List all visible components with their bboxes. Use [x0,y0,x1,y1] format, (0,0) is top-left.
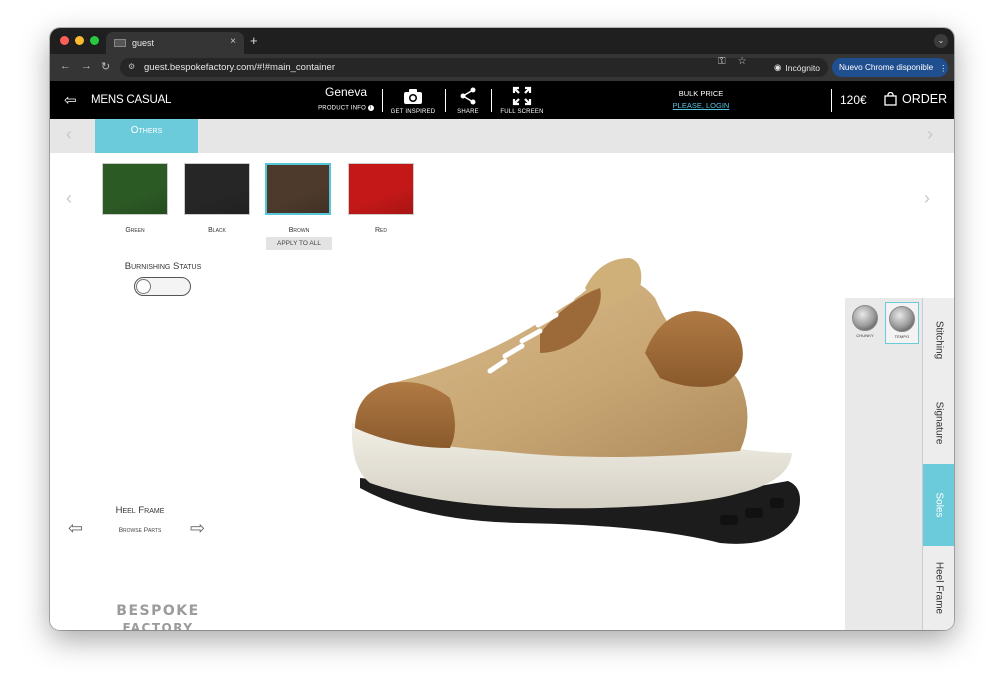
side-tab-signature[interactable]: Signature [922,382,954,464]
swatch-next-chevron-icon[interactable]: › [924,188,930,209]
share-label: SHARE [457,109,479,115]
side-tab-heel-frame[interactable]: Heel Frame [922,546,954,630]
incognito-badge[interactable]: ◉ Incógnito [766,58,828,77]
category-strip: ‹ Others › [50,119,954,153]
side-tab-label: Soles [933,492,944,518]
apply-to-all-button[interactable]: APPLY TO ALL [266,237,332,250]
model-name: Geneva [324,85,368,99]
header-divider [445,89,446,112]
tab-title: guest [132,38,155,48]
toggle-knob [136,279,151,294]
site-header: ⇦ MENS CASUAL Geneva PRODUCT INFO i GET … [50,81,954,119]
collection-title: MENS CASUAL [91,94,172,106]
tab-search-chevron-icon[interactable]: ⌄ [934,34,948,48]
header-divider [831,89,832,112]
bulk-price-label: BULK PRICE [678,89,724,98]
close-window-button[interactable] [60,36,69,45]
sole-option-label: CHUNKY [856,333,874,338]
next-part-arrow-icon[interactable]: ⇨ [190,518,205,539]
order-label: ORDER [902,92,948,106]
burnishing-status-label: Burnishing Status [124,261,202,272]
site-settings-icon[interactable]: ⚙ [128,62,138,72]
back-arrow-icon[interactable]: ⇦ [64,91,77,109]
share-icon [452,86,484,106]
incognito-label: Incógnito [785,62,820,73]
swatch-label: Black [208,227,226,234]
tab-close-icon[interactable]: × [230,36,236,47]
browser-tab-bar: guest × + ⌄ [50,28,954,54]
sole-option-chunky[interactable]: CHUNKY [848,302,882,344]
camera-icon [390,86,436,106]
chunky-sole-thumbnail-icon [852,305,878,331]
tempo-sole-thumbnail-icon [889,306,915,332]
key-icon[interactable]: ⚿ [718,56,726,67]
side-tab-stitching[interactable]: Stitching [922,298,954,382]
bulk-price: BULK PRICE PLEASE, LOGIN [666,89,736,110]
order-button[interactable]: ORDER [884,92,947,106]
previous-part-arrow-icon[interactable]: ⇦ [68,518,83,539]
model-selector[interactable]: Geneva PRODUCT INFO i [316,85,376,112]
share-button[interactable]: SHARE [452,86,484,115]
chevron-right-icon[interactable]: › [927,124,933,145]
current-part-title: Heel Frame [115,505,165,516]
full-screen-button[interactable]: FULL SCREEN [500,86,544,115]
swatch-prev-chevron-icon[interactable]: ‹ [66,188,72,209]
bespoke-factory-logo: BESPOKE FACTORY [108,603,208,630]
browser-window: guest × + ⌄ ← → ↻ ⚙ guest.bespokefactory… [50,28,954,630]
side-tab-label: Stitching [933,320,944,360]
logo-line1: BESPOKE [116,603,200,619]
swatch-black[interactable] [184,163,250,215]
omnibox-actions: ⚿ ☆ [718,56,747,67]
swatch-brown[interactable] [265,163,331,215]
browser-toolbar: ← → ↻ ⚙ guest.bespokefactory.com/#!#main… [50,54,954,81]
side-tab-label: Heel Frame [933,561,944,615]
get-inspired-button[interactable]: GET INSPIRED [390,86,436,115]
site-favicon-icon [114,39,126,47]
login-link[interactable]: PLEASE, LOGIN [666,101,736,110]
swatch-red[interactable] [348,163,414,215]
swatch-label: Green [125,227,145,234]
swatch-label: Brown [288,227,310,234]
address-bar[interactable]: ⚙ guest.bespokefactory.com/#!#main_conta… [120,58,810,77]
browser-tab[interactable]: guest × [106,32,244,54]
burnishing-toggle[interactable] [134,277,191,296]
kebab-menu-icon[interactable]: ⋮ [939,63,947,73]
window-controls [60,36,99,45]
chevron-left-icon[interactable]: ‹ [66,124,72,145]
swatch-label: Red [374,227,387,234]
back-icon[interactable]: ← [60,60,71,72]
swatch-green[interactable] [102,163,168,215]
sole-option-label: TEMPO [894,334,910,339]
side-tab-label: Signature [933,401,944,445]
chrome-update-button[interactable]: Nuevo Chrome disponible ⋮ [832,58,948,77]
reload-icon[interactable]: ↻ [101,60,110,73]
header-divider [491,89,492,112]
header-divider [382,89,383,112]
url-text: guest.bespokefactory.com/#!#main_contain… [144,62,335,73]
product-info-label: PRODUCT INFO [318,105,367,112]
forward-icon[interactable]: → [81,60,92,72]
maximize-window-button[interactable] [90,36,99,45]
get-inspired-label: GET INSPIRED [390,109,436,115]
side-tab-soles[interactable]: Soles [922,464,954,546]
browse-parts-label: Browse Parts [118,527,162,534]
info-icon: i [367,105,374,111]
tab-others[interactable]: Others [95,119,198,153]
new-tab-button[interactable]: + [250,33,258,48]
product-info-link[interactable]: PRODUCT INFO i [316,105,376,112]
price: 120€ [840,93,867,107]
bookmark-star-icon[interactable]: ☆ [738,56,747,67]
incognito-icon: ◉ [774,62,782,72]
shopping-bag-icon [884,92,897,106]
shoe-3d-preview[interactable] [300,253,810,553]
fullscreen-icon [500,86,544,106]
logo-line2: FACTORY [122,621,194,630]
full-screen-label: FULL SCREEN [500,109,544,115]
configurator-area: ‹ › Green Black Brown Red APPLY TO ALL B… [50,153,954,630]
chrome-update-label: Nuevo Chrome disponible [839,63,934,72]
sole-option-tempo[interactable]: TEMPO [885,302,919,344]
minimize-window-button[interactable] [75,36,84,45]
